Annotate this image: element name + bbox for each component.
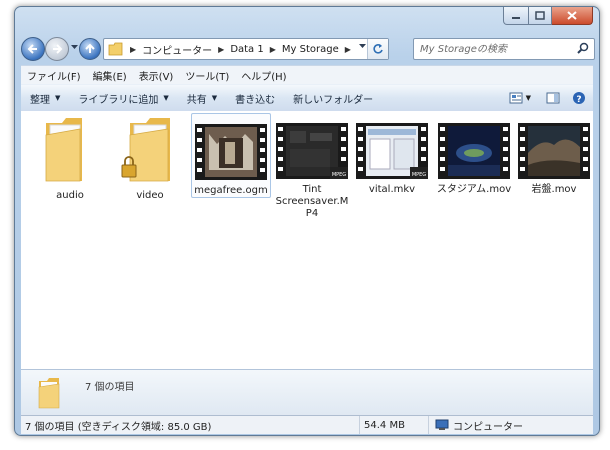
breadcrumb-data1[interactable]: Data 1 — [230, 44, 263, 55]
folder-icon — [38, 378, 60, 409]
share-label: 共有 — [186, 94, 207, 106]
address-bar[interactable]: ▶ コンピューター ▶ Data 1 ▶ My Storage ▶ — [103, 38, 389, 60]
close-icon — [567, 11, 577, 20]
details-pane: 7 個の項目 — [21, 369, 593, 416]
new-folder-button[interactable]: 新しいフォルダー — [284, 87, 382, 109]
folder-icon — [108, 42, 123, 56]
file-item-tint-screensaver[interactable]: MPEG Tint Screensaver.MP4 — [273, 113, 351, 220]
command-bar: 整理 ▼ ライブラリに追加 ▼ 共有 ▼ 書き込む 新しいフォルダー ▼ ? — [21, 84, 593, 112]
svg-text:?: ? — [576, 95, 581, 105]
video-thumbnail-icon: MPEG — [276, 123, 348, 179]
file-item-rock[interactable]: 岩盤.mov — [515, 113, 593, 196]
forward-button[interactable] — [45, 37, 69, 61]
status-size-text: 54.4 MB — [364, 419, 405, 431]
organize-button[interactable]: 整理 ▼ — [21, 87, 69, 109]
change-view-button[interactable] — [506, 88, 526, 108]
add-to-library-label: ライブラリに追加 — [78, 94, 159, 106]
menu-view[interactable]: 表示(V) — [133, 68, 180, 83]
share-button[interactable]: 共有 ▼ — [178, 87, 226, 109]
organize-label: 整理 — [30, 94, 50, 106]
maximize-icon — [535, 11, 545, 20]
item-count: 7 個の項目 — [85, 382, 135, 393]
menu-edit[interactable]: 編集(E) — [87, 68, 133, 83]
file-name: Tint Screensaver.MP4 — [275, 184, 349, 219]
new-folder-label: 新しいフォルダー — [293, 94, 374, 106]
file-list: audio video megafree.ogm MPEG Tint Scree… — [21, 111, 593, 369]
file-item-stadium[interactable]: スタジアム.mov — [435, 113, 513, 196]
maximize-button[interactable] — [529, 7, 552, 25]
view-chevron-icon[interactable]: ▼ — [526, 94, 531, 102]
burn-label: 書き込む — [235, 94, 276, 106]
video-thumbnail-icon: MPEG — [356, 123, 428, 179]
file-name: vital.mkv — [368, 184, 416, 195]
breadcrumb-my-storage[interactable]: My Storage — [282, 44, 339, 55]
explorer-window: ▶ コンピューター ▶ Data 1 ▶ My Storage ▶ ファイル(F… — [14, 6, 600, 436]
view-icon — [509, 92, 523, 104]
breadcrumb-separator-icon[interactable]: ▶ — [130, 45, 136, 54]
breadcrumb-separator-icon[interactable]: ▶ — [270, 45, 276, 54]
close-button[interactable] — [552, 7, 593, 25]
menu-help[interactable]: ヘルプ(H) — [235, 68, 292, 83]
video-thumbnail-icon — [438, 123, 510, 179]
view-controls: ▼ ? — [500, 88, 589, 108]
file-name: audio — [56, 190, 84, 201]
chevron-down-icon: ▼ — [211, 94, 218, 102]
recent-pages-chevron-icon[interactable] — [71, 45, 78, 50]
svg-text:MPEG: MPEG — [412, 172, 426, 178]
caption-buttons — [503, 7, 593, 25]
up-button[interactable] — [79, 38, 101, 60]
file-name: スタジアム.mov — [436, 184, 512, 195]
file-item-vital[interactable]: MPEG vital.mkv — [353, 113, 431, 196]
preview-pane-button[interactable] — [543, 88, 563, 108]
navigation-bar: ▶ コンピューター ▶ Data 1 ▶ My Storage ▶ — [21, 35, 595, 61]
file-name: 岩盤.mov — [531, 184, 577, 195]
help-button[interactable]: ? — [569, 88, 589, 108]
back-arrow-icon — [27, 44, 37, 54]
minimize-button[interactable] — [503, 7, 529, 25]
search-input[interactable] — [414, 42, 572, 56]
help-icon: ? — [573, 92, 585, 105]
computer-icon — [435, 419, 449, 430]
locked-folder-icon — [121, 118, 170, 182]
file-item-video[interactable]: video — [111, 113, 189, 202]
file-name: megafree.ogm — [194, 185, 268, 196]
menu-tools[interactable]: ツール(T) — [179, 68, 235, 83]
address-history-chevron-icon[interactable] — [359, 44, 366, 49]
file-name: video — [136, 190, 164, 201]
chevron-down-icon: ▼ — [55, 94, 61, 102]
back-button[interactable] — [21, 37, 45, 61]
status-items: 7 個の項目 (空きディスク領域: 85.0 GB) — [21, 416, 360, 434]
forward-arrow-icon — [53, 44, 63, 54]
breadcrumb-computer[interactable]: コンピューター — [142, 42, 212, 57]
status-location-text: コンピューター — [453, 421, 523, 433]
minimize-icon — [512, 16, 520, 19]
file-item-megafree[interactable]: megafree.ogm — [191, 113, 271, 198]
menu-bar: ファイル(F) 編集(E) 表示(V) ツール(T) ヘルプ(H) — [21, 65, 593, 84]
search-icon[interactable] — [577, 42, 589, 54]
status-location: コンピューター — [429, 416, 523, 434]
video-thumbnail-icon — [195, 124, 267, 180]
search-box[interactable] — [413, 38, 595, 60]
status-bar: 7 個の項目 (空きディスク領域: 85.0 GB) 54.4 MB コンピュー… — [21, 415, 593, 434]
breadcrumb-separator-icon[interactable]: ▶ — [218, 45, 224, 54]
refresh-icon — [373, 44, 383, 54]
svg-text:MPEG: MPEG — [332, 172, 346, 178]
breadcrumb-separator-icon[interactable]: ▶ — [345, 45, 351, 54]
chevron-down-icon: ▼ — [163, 94, 169, 102]
file-item-audio[interactable]: audio — [31, 113, 109, 202]
video-thumbnail-icon — [518, 123, 590, 179]
refresh-button[interactable] — [367, 39, 388, 59]
burn-button[interactable]: 書き込む — [226, 87, 284, 109]
preview-pane-icon — [546, 92, 560, 104]
menu-file[interactable]: ファイル(F) — [21, 68, 87, 83]
status-size: 54.4 MB — [360, 416, 429, 434]
folder-icon — [45, 118, 82, 182]
status-items-text: 7 個の項目 (空きディスク領域: 85.0 GB) — [25, 421, 212, 433]
add-to-library-button[interactable]: ライブラリに追加 ▼ — [69, 87, 177, 109]
up-arrow-icon — [85, 43, 95, 53]
